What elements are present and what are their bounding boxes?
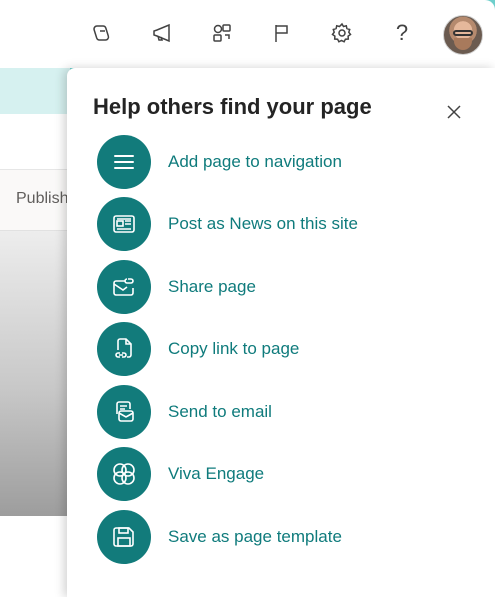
copy-link-option[interactable]: Copy link to page [97,321,457,377]
shapes-icon[interactable] [209,20,235,46]
page-header-strip [0,68,70,114]
panel-title: Help others find your page [93,94,372,119]
menu-icon [97,135,151,189]
item-label: Viva Engage [168,464,265,483]
send-to-email-option[interactable]: Send to email [97,384,457,440]
avatar-beard [454,38,472,50]
copy-link-icon [97,322,151,376]
copilot-icon[interactable] [89,20,115,46]
close-icon [447,105,461,119]
item-label: Add page to navigation [168,152,342,171]
help-glyph: ? [395,20,409,45]
viva-engage-icon [97,447,151,501]
news-icon [97,197,151,251]
page-body [0,516,70,597]
add-to-navigation-option[interactable]: Add page to navigation [97,134,457,190]
email-icon [97,385,151,439]
help-icon[interactable]: ? [389,20,415,46]
item-label: Send to email [168,402,272,421]
item-label: Save as page template [168,527,342,546]
hero-image [0,231,70,516]
share-page-option[interactable]: Share page [97,259,457,315]
item-label: Share page [168,277,256,296]
megaphone-icon[interactable] [149,20,175,46]
flag-icon[interactable] [269,20,295,46]
promote-panel: Help others find your page Add page to n… [67,68,495,597]
close-button[interactable] [442,100,466,124]
share-mail-icon [97,260,151,314]
page-area [0,114,70,170]
viva-engage-option[interactable]: Viva Engage [97,446,457,502]
avatar[interactable] [443,15,483,55]
item-label: Post as News on this site [168,214,358,233]
avatar-glasses [453,30,473,36]
publish-button[interactable]: Publish [16,190,68,208]
save-icon [97,510,151,564]
settings-icon[interactable] [329,20,355,46]
suite-bar: ? [0,0,495,68]
post-as-news-option[interactable]: Post as News on this site [97,196,457,252]
save-as-template-option[interactable]: Save as page template [97,509,457,565]
item-label: Copy link to page [168,339,300,358]
